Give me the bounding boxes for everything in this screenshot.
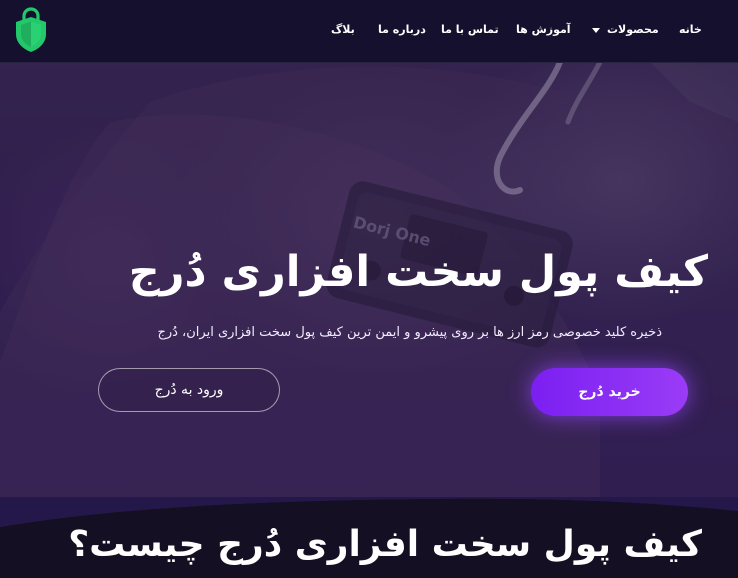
buy-button[interactable]: خرید دُرج [531,368,688,416]
shield-lock-icon[interactable] [13,6,49,54]
nav-tutorials[interactable]: آموزش ها [516,23,571,37]
what-is-section: کیف پول سخت افزاری دُرج چیست؟ [0,497,738,578]
nav-products[interactable]: محصولات [592,23,659,37]
nav-home[interactable]: خانه [679,23,702,37]
section-title: کیف پول سخت افزاری دُرج چیست؟ [68,524,702,565]
buy-button-label: خرید دُرج [578,384,641,400]
nav-about[interactable]: درباره ما [378,23,426,37]
nav-products-label: محصولات [607,23,659,36]
chevron-down-icon [592,27,600,33]
login-button-label: ورود به دُرج [154,382,224,398]
navbar: خانه محصولات آموزش ها تماس با ما درباره … [0,0,738,63]
nav-blog[interactable]: بلاگ [331,23,355,37]
hero-subtitle: ذخیره کلید خصوصی رمز ارز ها بر روی پیشرو… [157,325,662,340]
login-button[interactable]: ورود به دُرج [98,368,280,412]
nav-contact[interactable]: تماس با ما [441,23,499,37]
hero-title: کیف پول سخت افزاری دُرج [128,247,708,297]
